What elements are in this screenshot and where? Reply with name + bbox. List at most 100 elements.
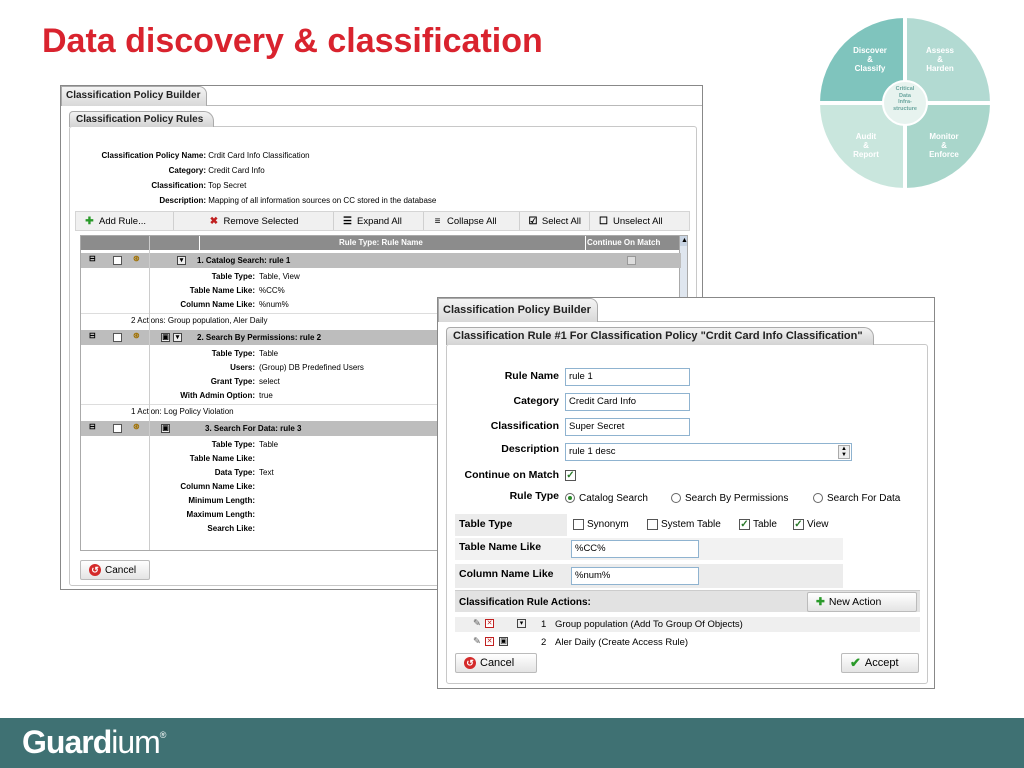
field-category: Category: Credit Card Info <box>168 166 265 175</box>
rule-detail: Column Name Like: %num% <box>180 300 289 309</box>
continue-checkbox[interactable]: ✓ <box>565 470 576 481</box>
rule-checkbox[interactable] <box>113 424 122 433</box>
edit-icon[interactable]: ✎ <box>473 636 481 647</box>
rule-type-label: Rule Type <box>509 490 559 502</box>
rule-title: 3. Search For Data: rule 3 <box>205 424 302 433</box>
rule-type-icon: ⊛ <box>133 254 140 263</box>
plus-icon: ✚ <box>816 596 825 608</box>
unselect-all-icon: ☐ <box>599 215 608 227</box>
collapse-icon: ≡ <box>434 215 441 227</box>
rule-type-data[interactable]: Search For Data <box>813 493 900 504</box>
expand-all-button[interactable]: ☰ Expand All <box>334 212 424 230</box>
rule-detail: Table Name Like: <box>189 454 255 463</box>
wheel-discover: Discover & Classify <box>853 46 887 73</box>
wheel-assess: Assess & Harden <box>925 46 955 73</box>
actions-header: Classification Rule Actions: ✚ New Action <box>455 590 920 612</box>
rule-type-permissions[interactable]: Search By Permissions <box>671 493 788 504</box>
category-label: Category <box>513 395 559 407</box>
add-rule-button[interactable]: ✚ Add Rule... <box>76 212 174 230</box>
rule-checkbox[interactable] <box>113 333 122 342</box>
action-number: 1 <box>541 619 547 630</box>
tab-bar: Classification Policy Builder <box>61 86 702 106</box>
accept-button[interactable]: ✔ Accept <box>841 653 919 673</box>
edit-icon[interactable]: ✎ <box>473 618 481 629</box>
action-icon: ▣ <box>161 424 170 433</box>
spinner-icon[interactable]: ▲ ▼ <box>838 445 850 459</box>
table-type-table[interactable]: ✓ Table <box>739 519 777 530</box>
expand-icon: ☰ <box>343 215 352 227</box>
panel-tab-policy-rules[interactable]: Classification Policy Rules <box>69 111 215 127</box>
scroll-up-icon[interactable]: ▲ <box>680 236 687 246</box>
rule-name-label: Rule Name <box>504 370 559 382</box>
remove-selected-button[interactable]: ✖ Remove Selected <box>174 212 334 230</box>
rule-detail: Table Name Like: %CC% <box>189 286 285 295</box>
col-rule-header: Rule Type: Rule Name <box>339 238 423 247</box>
column-name-like-input[interactable]: %num% <box>571 567 699 585</box>
rule-detail: Table Type: Table <box>211 349 279 358</box>
action-text: Group population (Add To Group Of Object… <box>555 619 743 630</box>
unselect-all-button[interactable]: ☐ Unselect All <box>590 212 680 230</box>
rule-panel: Classification Rule #1 For Classificatio… <box>446 327 928 684</box>
delete-icon[interactable]: ✕ <box>485 637 494 646</box>
radio-icon <box>671 493 681 504</box>
rule-detail: Users: (Group) DB Predefined Users <box>230 363 364 372</box>
delete-icon[interactable]: ✕ <box>485 619 494 628</box>
cancel-button[interactable]: ↺ Cancel <box>80 560 150 580</box>
actions-label: Classification Rule Actions: <box>459 597 591 608</box>
wheel-center: Critical Data Infra-structure <box>893 86 917 112</box>
description-input[interactable]: rule 1 desc ▲ ▼ <box>565 443 852 461</box>
select-all-button[interactable]: ☑ Select All <box>520 212 590 230</box>
remove-icon: ✖ <box>209 215 219 227</box>
panel-tab-rule[interactable]: Classification Rule #1 For Classificatio… <box>446 327 874 345</box>
table-type-row: Table Type Synonym System Table ✓ Table ✓… <box>455 514 843 536</box>
rule-detail: Search Like: <box>207 524 255 533</box>
action-row[interactable]: ✎ ✕ ▾ 1 Group population (Add To Group O… <box>455 617 920 632</box>
continue-label: Continue on Match <box>464 469 560 481</box>
collapse-toggle-icon[interactable]: ⊟ <box>89 331 96 340</box>
slide-title: Data discovery & classification <box>42 22 543 60</box>
collapse-toggle-icon[interactable]: ⊟ <box>89 422 96 431</box>
classification-input[interactable]: Super Secret <box>565 418 690 436</box>
action-icon: ▾ <box>173 333 182 342</box>
wheel-audit: Audit & Report <box>853 132 879 159</box>
checkbox-checked-icon: ✓ <box>739 519 750 530</box>
table-type-system-table[interactable]: System Table <box>647 519 721 530</box>
cancel-icon: ↺ <box>464 657 476 669</box>
rule-type-catalog[interactable]: Catalog Search <box>565 493 648 504</box>
field-description: Description: Mapping of all information … <box>159 196 437 205</box>
checkbox-icon <box>647 519 658 530</box>
rule-row[interactable]: ⊟ ⊛ ▾ 1. Catalog Search: rule 1 <box>81 253 681 268</box>
table-name-like-input[interactable]: %CC% <box>571 540 699 558</box>
guardium-logo: Guardium® <box>22 724 166 760</box>
field-policy-name: Classification Policy Name: Crdit Card I… <box>101 151 310 160</box>
rule-detail: Data Type: Text <box>214 468 274 477</box>
collapse-toggle-icon[interactable]: ⊟ <box>89 254 96 263</box>
table-name-like-label: Table Name Like <box>459 541 542 553</box>
tab-policy-builder[interactable]: Classification Policy Builder <box>438 298 598 322</box>
collapse-all-button[interactable]: ≡ Collapse All <box>424 212 520 230</box>
category-input[interactable]: Credit Card Info <box>565 393 690 411</box>
rule-detail: Column Name Like: <box>180 482 255 491</box>
new-action-button[interactable]: ✚ New Action <box>807 592 917 612</box>
classification-label: Classification <box>490 420 559 432</box>
table-type-view[interactable]: ✓ View <box>793 519 829 530</box>
table-type-label: Table Type <box>459 518 513 530</box>
plus-icon: ✚ <box>85 215 94 227</box>
rule-detail: With Admin Option: true <box>180 391 273 400</box>
checkbox-checked-icon: ✓ <box>793 519 804 530</box>
continue-checkbox[interactable] <box>627 256 636 265</box>
table-type-synonym[interactable]: Synonym <box>573 519 629 530</box>
cancel-button[interactable]: ↺ Cancel <box>455 653 537 673</box>
rule-editor-window: Classification Policy Builder Classifica… <box>437 297 935 689</box>
rule-actions-summary: 1 Action: Log Policy Violation <box>131 407 234 416</box>
rule-checkbox[interactable] <box>113 256 122 265</box>
rule-detail: Table Type: Table, View <box>211 272 300 281</box>
rule-detail: Table Type: Table <box>211 440 279 449</box>
rule-detail: Grant Type: select <box>210 377 280 386</box>
rule-name-input[interactable]: rule 1 <box>565 368 690 386</box>
action-row[interactable]: ✎ ✕ ▣ 2 Aler Daily (Create Access Rule) <box>455 635 920 650</box>
rule-detail: Minimum Length: <box>188 496 255 505</box>
tab-policy-builder[interactable]: Classification Policy Builder <box>61 86 208 106</box>
rule-type-icon: ⊛ <box>133 422 140 431</box>
footer-bar: Guardium® <box>0 718 1024 768</box>
